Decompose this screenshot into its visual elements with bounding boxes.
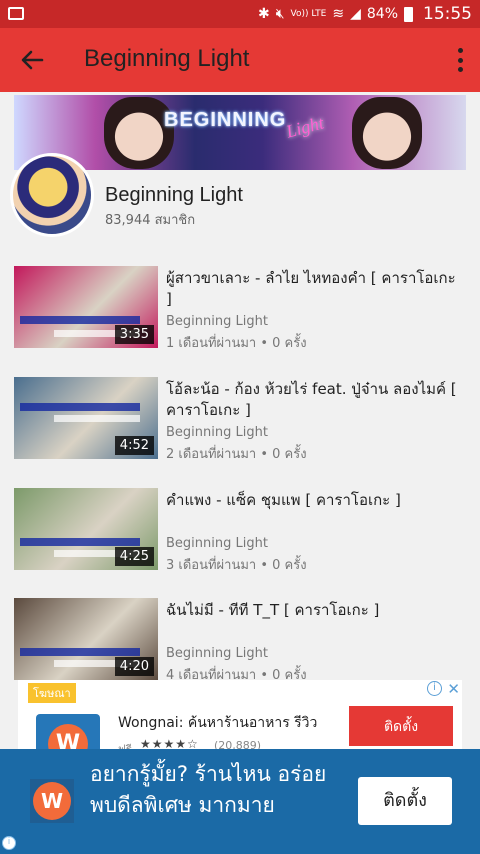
video-thumbnail[interactable]: 4:52 <box>14 377 158 459</box>
video-title[interactable]: ผู้สาวขาเลาะ - ลำไย ไหทองคำ [ คาราโอเกะ … <box>166 268 466 310</box>
video-list-item[interactable]: 4:25 คำแพง - แซ็ค ชุมแพ [ คาราโอเกะ ] Be… <box>0 488 480 584</box>
subscriber-count: 83,944 สมาชิก <box>105 213 196 228</box>
video-title[interactable]: โอ้ละน้อ - ก้อง ห้วยไร่ feat. ปู่จ๋าน ลอ… <box>166 379 466 421</box>
wifi-icon: ≋ <box>332 6 345 22</box>
video-meta: 2 เดือนที่ผ่านมา • 0 ครั้ง <box>166 447 307 462</box>
video-list-item[interactable]: 3:35 ผู้สาวขาเลาะ - ลำไย ไหทองคำ [ คาราโ… <box>0 266 480 362</box>
ad-info-icon[interactable]: i <box>427 681 442 696</box>
video-meta: 3 เดือนที่ผ่านมา • 0 ครั้ง <box>166 558 307 573</box>
page-title: Beginning Light <box>84 45 250 72</box>
video-channel: Beginning Light <box>166 646 268 661</box>
bottom-banner-ad[interactable]: W อยากรู้มั้ย? ร้านไหน อร่อย พบดีลพิเศษ … <box>0 749 480 854</box>
more-options-icon[interactable] <box>456 48 464 72</box>
video-channel: Beginning Light <box>166 536 268 551</box>
video-channel: Beginning Light <box>166 314 268 329</box>
video-duration: 4:20 <box>114 657 154 676</box>
gallery-notification-icon <box>8 7 24 20</box>
bluetooth-icon: ✱ <box>257 6 270 22</box>
video-meta: 1 เดือนที่ผ่านมา • 0 ครั้ง <box>166 336 307 351</box>
banner-info-icon[interactable]: i <box>2 836 16 850</box>
video-duration: 4:52 <box>114 436 154 455</box>
video-list-item[interactable]: 4:52 โอ้ละน้อ - ก้อง ห้วยไร่ feat. ปู่จ๋… <box>0 377 480 473</box>
ad-install-button[interactable]: ติดตั้ง <box>349 706 453 746</box>
battery-icon <box>404 6 413 22</box>
signal-icon: ◢ <box>350 6 361 22</box>
banner-ad-text: อยากรู้มั้ย? ร้านไหน อร่อย พบดีลพิเศษ มา… <box>90 762 327 817</box>
back-arrow-icon[interactable] <box>18 46 46 74</box>
ad-close-icon[interactable]: ✕ <box>447 680 460 698</box>
volte-indicator: Vo)) LTE <box>290 8 327 19</box>
video-thumbnail[interactable]: 4:25 <box>14 488 158 570</box>
channel-avatar[interactable] <box>10 153 94 237</box>
video-channel: Beginning Light <box>166 425 268 440</box>
video-duration: 4:25 <box>114 547 154 566</box>
banner-text: BEGINNING <box>164 109 287 131</box>
video-duration: 3:35 <box>114 325 154 344</box>
mute-icon: 🔇︎ <box>275 6 285 22</box>
ad-label: โฆษณา <box>28 683 76 703</box>
banner-install-button[interactable]: ติดตั้ง <box>358 777 452 825</box>
channel-name: Beginning Light <box>105 184 243 206</box>
app-bar: Beginning Light <box>0 28 480 92</box>
clock: 15:55 <box>423 4 472 24</box>
battery-percent: 84% <box>366 6 398 22</box>
video-thumbnail[interactable]: 4:20 <box>14 598 158 680</box>
status-icons: ✱ 🔇︎ Vo)) LTE ≋ ◢ 84% 15:55 <box>258 4 472 24</box>
banner-portrait-right <box>352 97 422 169</box>
video-title[interactable]: คำแพง - แซ็ค ชุมแพ [ คาราโอเกะ ] <box>166 490 466 511</box>
banner-portrait-left <box>104 97 174 169</box>
wongnai-banner-icon: W <box>30 779 74 823</box>
ad-app-title[interactable]: Wongnai: ค้นหาร้านอาหาร รีวิว <box>118 712 317 734</box>
video-title[interactable]: ฉันไม่มี - ทีที T_T [ คาราโอเกะ ] <box>166 600 466 621</box>
banner-accent-text: Light <box>283 112 326 142</box>
status-bar: ✱ 🔇︎ Vo)) LTE ≋ ◢ 84% 15:55 <box>0 0 480 28</box>
video-thumbnail[interactable]: 3:35 <box>14 266 158 348</box>
channel-banner: BEGINNING Light <box>14 95 466 170</box>
